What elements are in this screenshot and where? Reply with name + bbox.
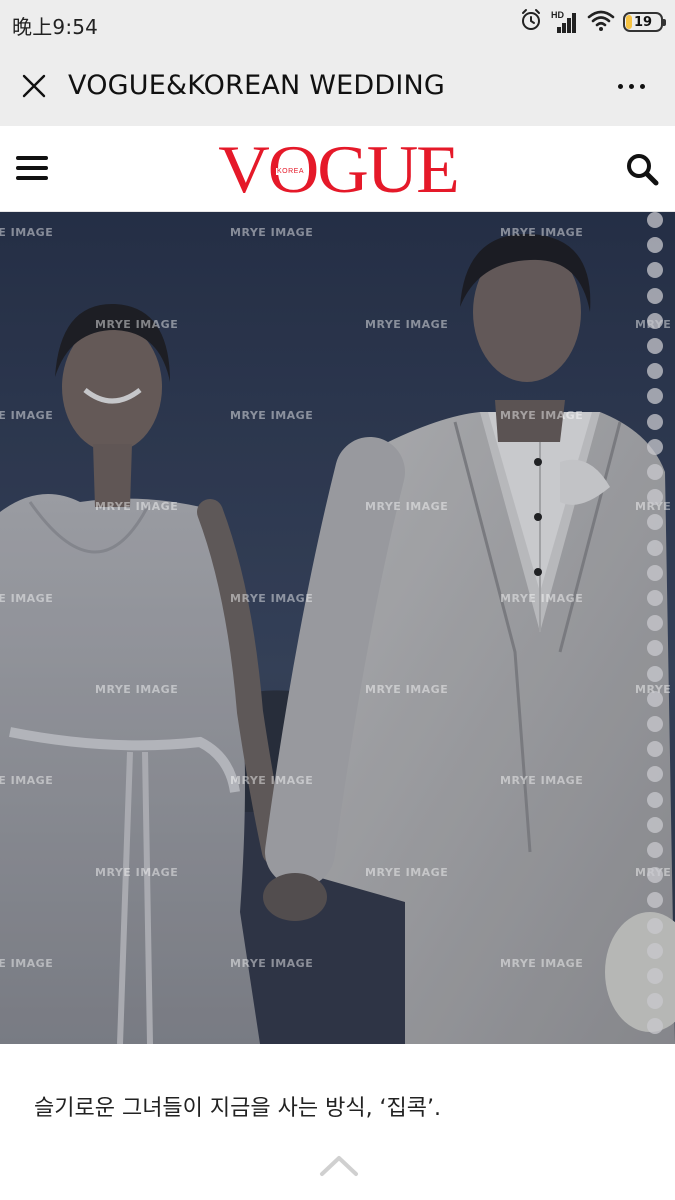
vogue-logo[interactable]: VOGUE bbox=[0, 134, 675, 204]
watermark-text: MRYE IMAGE bbox=[0, 409, 54, 422]
scroll-dot bbox=[647, 766, 663, 782]
watermark-text: MRYE IMAGE bbox=[365, 318, 449, 331]
scroll-dot bbox=[647, 691, 663, 707]
watermark-text: MRYE IMAGE bbox=[500, 409, 584, 422]
scroll-dot bbox=[647, 590, 663, 606]
more-dot bbox=[639, 83, 645, 89]
logo-text: VOGUE bbox=[217, 131, 459, 207]
search-icon bbox=[627, 154, 659, 186]
scroll-dot bbox=[647, 212, 663, 228]
watermark-text: MRYE IMAGE bbox=[95, 500, 179, 513]
watermark-text: MRYE IMAGE bbox=[230, 226, 314, 239]
wedding-photo-illustration bbox=[0, 212, 675, 1044]
scroll-dot bbox=[647, 640, 663, 656]
scroll-dot bbox=[647, 237, 663, 253]
scroll-to-top-button[interactable] bbox=[318, 1150, 360, 1182]
watermark-text: MRYE IMAGE bbox=[500, 774, 584, 787]
battery-fill bbox=[626, 15, 632, 29]
watermark-text: MRYE IMAGE bbox=[365, 866, 449, 879]
watermark-text: MRYE IMAGE bbox=[0, 957, 54, 970]
battery-level: 19 bbox=[633, 14, 653, 30]
more-button[interactable] bbox=[609, 68, 653, 104]
scroll-dot bbox=[647, 262, 663, 278]
scroll-dot bbox=[647, 867, 663, 883]
scroll-dot bbox=[647, 464, 663, 480]
watermark-text: MRYE IMAGE bbox=[230, 409, 314, 422]
scroll-dot bbox=[647, 716, 663, 732]
title-bar: VOGUE&KOREAN WEDDING bbox=[0, 46, 675, 126]
more-dot bbox=[628, 83, 634, 89]
logo-sub: KOREA bbox=[276, 168, 306, 175]
watermark-text: MRYE IMAGE bbox=[500, 592, 584, 605]
watermark-text: MRYE IMAGE bbox=[0, 226, 54, 239]
scroll-dot bbox=[647, 414, 663, 430]
watermark-text: MRYE IMAGE bbox=[0, 592, 54, 605]
scroll-dot bbox=[647, 338, 663, 354]
watermark-text: MRYE IMAGE bbox=[95, 318, 179, 331]
scroll-dot bbox=[647, 514, 663, 530]
scroll-dot bbox=[647, 666, 663, 682]
site-header: VOGUE KOREA bbox=[0, 126, 675, 212]
watermark-text: MRYE IMAGE bbox=[230, 957, 314, 970]
status-bar: 晚上9:54 HD 19 bbox=[0, 0, 675, 46]
article-caption: 슬기로운 그녀들이 지금을 사는 방식, ‘집콕’. bbox=[34, 1096, 442, 1121]
scroll-dot bbox=[647, 1018, 663, 1034]
scroll-dot bbox=[647, 792, 663, 808]
more-dots-icon bbox=[617, 83, 623, 89]
scroll-dot bbox=[647, 313, 663, 329]
hd-signal-icon: HD bbox=[551, 10, 579, 34]
search-button[interactable] bbox=[619, 146, 665, 192]
scroll-dot bbox=[647, 540, 663, 556]
scroll-dot bbox=[647, 288, 663, 304]
scroll-dot bbox=[647, 363, 663, 379]
wifi-icon bbox=[587, 8, 615, 37]
scroll-dot bbox=[647, 817, 663, 833]
chevron-up-icon bbox=[320, 1156, 358, 1176]
status-icons: HD 19 bbox=[519, 8, 666, 37]
scroll-dot bbox=[647, 439, 663, 455]
alarm-icon bbox=[519, 8, 543, 37]
scroll-dot bbox=[647, 565, 663, 581]
scroll-dot bbox=[647, 918, 663, 934]
watermark-text: MRYE IMAGE bbox=[365, 683, 449, 696]
watermark-text: MRYE IMAGE bbox=[500, 957, 584, 970]
logo-sub-wrap: KOREA bbox=[276, 160, 306, 178]
watermark-text: MRYE IMAGE bbox=[95, 866, 179, 879]
watermark-text: MRYE IMAGE bbox=[230, 774, 314, 787]
scroll-dot bbox=[647, 388, 663, 404]
watermark-text: MRYE IMAGE bbox=[500, 226, 584, 239]
watermark-text: MRYE IMAGE bbox=[95, 683, 179, 696]
scroll-dot bbox=[647, 489, 663, 505]
page-title: VOGUE&KOREAN WEDDING bbox=[68, 70, 446, 101]
scroll-dot bbox=[647, 892, 663, 908]
watermark-text: MRYE IMAGE bbox=[230, 592, 314, 605]
scroll-dot bbox=[647, 993, 663, 1009]
scroll-dot bbox=[647, 741, 663, 757]
close-icon bbox=[22, 74, 46, 98]
status-time: 晚上9:54 bbox=[12, 15, 99, 39]
watermark-text: MRYE IMAGE bbox=[365, 500, 449, 513]
scroll-dot bbox=[647, 943, 663, 959]
scroll-dot bbox=[647, 968, 663, 984]
watermark-text: MRYE IMAGE bbox=[0, 774, 54, 787]
scroll-dot bbox=[647, 842, 663, 858]
close-button[interactable] bbox=[14, 66, 54, 106]
scroll-dot bbox=[647, 615, 663, 631]
hero-photo: MRYE IMAGE MRYE IMAGE MRYE IMAGE MRYE IMAGE… bbox=[0, 212, 675, 1044]
battery-icon: 19 bbox=[623, 12, 666, 32]
gallery-scroll-dots[interactable] bbox=[647, 212, 663, 1044]
